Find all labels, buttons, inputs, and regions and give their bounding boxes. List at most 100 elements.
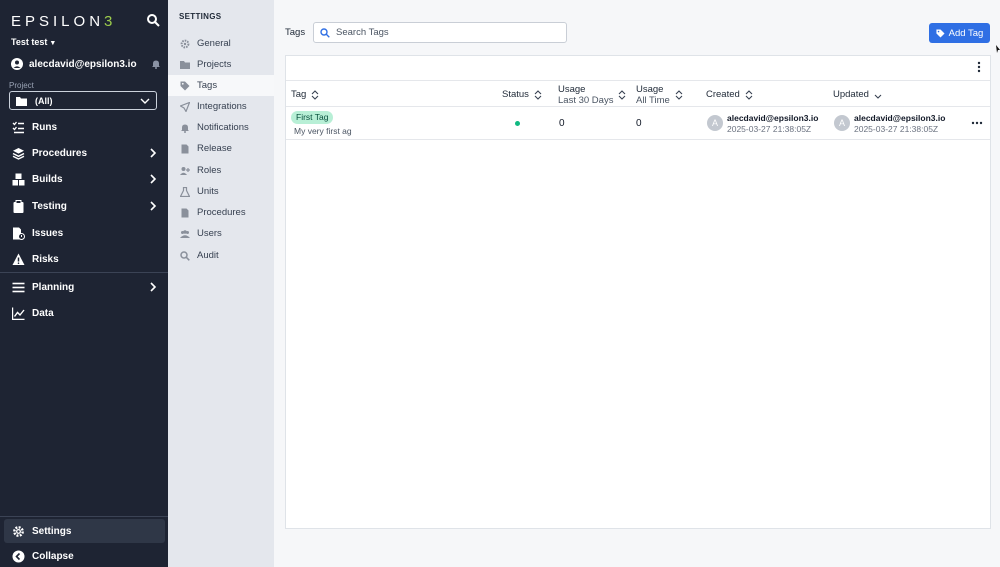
nav-builds[interactable]: Builds (0, 166, 168, 192)
collapse-arrow-icon (12, 550, 25, 563)
settings-item-audit[interactable]: Audit (168, 245, 274, 266)
page-title: Tags (285, 27, 306, 38)
nav-issues[interactable]: Issues (0, 220, 168, 246)
settings-item-integrations[interactable]: Integrations (168, 96, 274, 117)
main-navigation: EPSILON3 Test test ▼ alecdavid@epsilon3.i… (0, 0, 168, 567)
usage-30-days-value: 0 (559, 118, 565, 129)
runs-icon (12, 121, 25, 134)
user-menu[interactable]: alecdavid@epsilon3.io (11, 57, 161, 71)
project-value: (All) (35, 95, 53, 106)
flask-icon (180, 186, 190, 197)
sort-icon (745, 89, 753, 100)
mouse-cursor-icon (996, 45, 1000, 53)
send-icon (180, 101, 190, 112)
search-tags-field[interactable] (313, 22, 567, 43)
chevron-right-icon (150, 148, 157, 158)
more-horizontal-icon[interactable] (971, 121, 983, 125)
created-cell: A alecdavid@epsilon3.io 2025-03-27 21:38… (707, 112, 829, 134)
sort-descending-icon (874, 94, 882, 99)
sort-icon (619, 89, 626, 100)
layers-icon (12, 147, 25, 160)
chevron-right-icon (150, 174, 157, 184)
caret-down-icon: ▼ (49, 40, 57, 47)
updated-by: alecdavid@epsilon3.io (854, 113, 946, 123)
nav-divider (0, 516, 168, 517)
search-icon[interactable] (146, 13, 160, 27)
nav-planning[interactable]: Planning (0, 274, 168, 300)
tag-icon (180, 81, 190, 91)
created-at: 2025-03-27 21:38:05Z (727, 124, 812, 134)
user-plus-icon (180, 166, 190, 176)
nav-runs[interactable]: Runs (0, 114, 168, 140)
column-header-updated[interactable]: Updated (833, 81, 882, 108)
settings-title: SETTINGS (179, 12, 222, 21)
file-icon (180, 144, 190, 154)
settings-item-release[interactable]: Release (168, 138, 274, 159)
nav-risks[interactable]: Risks (0, 246, 168, 272)
avatar: A (707, 115, 723, 131)
list-icon (12, 281, 25, 294)
column-header-usage-all-time[interactable]: Usage All Time (636, 81, 683, 108)
chevron-right-icon (150, 282, 157, 292)
created-by: alecdavid@epsilon3.io (727, 113, 819, 123)
settings-item-projects[interactable]: Projects (168, 54, 274, 75)
nav-divider (0, 272, 168, 273)
gear-icon (180, 39, 190, 49)
sort-icon (311, 89, 319, 100)
settings-item-general[interactable]: General (168, 33, 274, 54)
clipboard-icon (12, 199, 25, 213)
folder-icon (180, 60, 190, 70)
settings-item-units[interactable]: Units (168, 181, 274, 202)
users-icon (180, 229, 190, 239)
tags-table: Tag Status Usage Last 30 Days Usage All Ti… (285, 55, 991, 529)
settings-item-notifications[interactable]: Notifications (168, 117, 274, 138)
nav-data[interactable]: Data (0, 300, 168, 326)
user-circle-icon (11, 58, 23, 70)
search-tags-input[interactable] (336, 27, 556, 38)
column-header-usage-30-days[interactable]: Usage Last 30 Days (558, 81, 626, 108)
bell-icon (180, 123, 190, 133)
tag-icon (936, 28, 945, 38)
nav-settings[interactable]: Settings (4, 519, 165, 543)
org-switcher[interactable]: Test test ▼ (11, 37, 56, 47)
nav-testing[interactable]: Testing (0, 193, 168, 219)
settings-menu: SETTINGS General Projects Tags Integrati… (168, 0, 274, 567)
bell-icon[interactable] (151, 59, 161, 69)
updated-at: 2025-03-27 21:38:05Z (854, 124, 939, 134)
project-label: Project (9, 81, 34, 90)
more-vertical-icon[interactable] (976, 61, 982, 73)
settings-item-roles[interactable]: Roles (168, 160, 274, 181)
tag-pill[interactable]: First Tag (291, 111, 334, 124)
table-header: Tag Status Usage Last 30 Days Usage All Ti… (286, 80, 990, 107)
gear-icon (12, 525, 25, 538)
search-icon (320, 27, 330, 38)
settings-item-users[interactable]: Users (168, 223, 274, 244)
project-select[interactable]: (All) (9, 91, 157, 110)
search-icon (180, 250, 190, 261)
cubes-icon (12, 173, 25, 186)
epsilon3-logo[interactable]: EPSILON3 (11, 13, 116, 30)
column-header-status[interactable]: Status (502, 81, 542, 108)
add-tag-button[interactable]: Add Tag (929, 23, 990, 43)
column-header-tag[interactable]: Tag (291, 81, 319, 108)
main-content: Tags Add Tag Tag Status UsageLast 30 Day… (274, 0, 1000, 567)
avatar: A (834, 115, 850, 131)
tag-description: My very first ag (294, 126, 352, 136)
column-header-created[interactable]: Created (706, 81, 753, 108)
nav-procedures[interactable]: Procedures (0, 140, 168, 166)
settings-item-procedures[interactable]: Procedures (168, 202, 274, 223)
usage-all-time-value: 0 (636, 118, 642, 129)
table-row[interactable]: First Tag My very first ag 0 0 A alecdav… (286, 107, 990, 140)
line-chart-icon (12, 307, 25, 320)
sort-icon (675, 89, 683, 100)
file-icon (180, 208, 190, 218)
chevron-down-icon (140, 98, 150, 104)
warning-icon (12, 253, 25, 266)
sort-icon (534, 89, 542, 100)
chevron-right-icon (150, 201, 157, 211)
folder-icon (16, 96, 27, 106)
settings-item-tags[interactable]: Tags (168, 75, 274, 96)
updated-cell: A alecdavid@epsilon3.io 2025-03-27 21:38… (834, 112, 956, 134)
user-email: alecdavid@epsilon3.io (29, 58, 137, 70)
nav-collapse[interactable]: Collapse (0, 544, 168, 567)
